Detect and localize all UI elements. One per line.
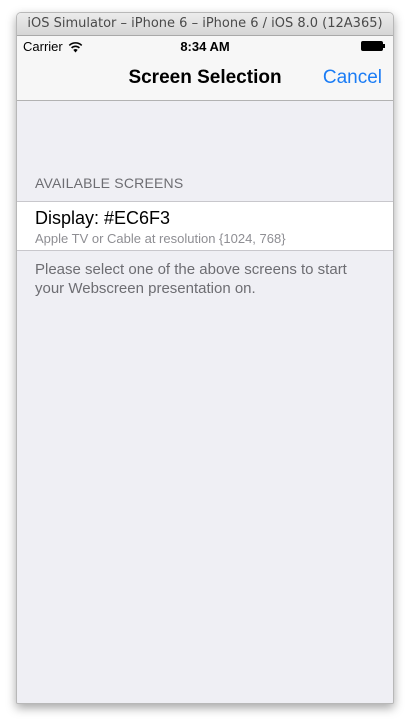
simulator-window: iOS Simulator – iPhone 6 – iPhone 6 / iO… [16,12,394,704]
device-screen: Carrier 8:34 AM Screen Selection Cancel … [17,36,393,703]
section-footer: Please select one of the above screens t… [35,261,347,297]
battery-icon [361,41,385,51]
screen-item-title: Display: #EC6F3 [35,208,171,228]
screen-item-subtitle: Apple TV or Cable at resolution {1024, 7… [35,231,286,246]
navigation-bar: Screen Selection Cancel [17,56,393,101]
section-header: AVAILABLE SCREENS [35,175,184,191]
window-title: iOS Simulator – iPhone 6 – iPhone 6 / iO… [17,13,393,36]
screen-list-item[interactable]: Display: #EC6F3 Apple TV or Cable at res… [17,201,393,251]
cancel-button[interactable]: Cancel [323,56,382,100]
status-time: 8:34 AM [180,39,230,54]
status-bar: Carrier 8:34 AM [17,36,393,56]
